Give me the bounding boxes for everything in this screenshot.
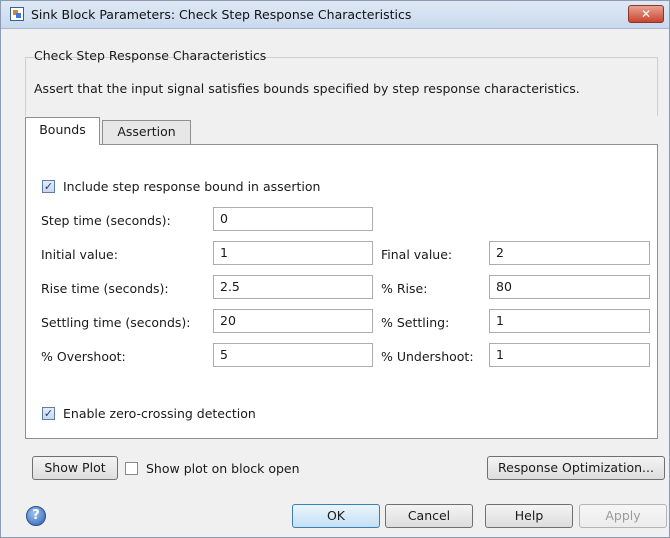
pct-rise-label: % Rise:	[381, 281, 428, 296]
pct-settling-label: % Settling:	[381, 315, 450, 330]
window-title: Sink Block Parameters: Check Step Respon…	[31, 7, 412, 22]
block-description: Assert that the input signal satisfies b…	[34, 81, 580, 96]
pct-overshoot-label: % Overshoot:	[41, 349, 126, 364]
final-value-label: Final value:	[381, 247, 453, 262]
response-optimization-button[interactable]: Response Optimization...	[487, 456, 665, 480]
apply-button[interactable]: Apply	[579, 504, 667, 528]
settling-time-label: Settling time (seconds):	[41, 315, 191, 330]
step-time-field[interactable]: 0	[213, 207, 373, 231]
help-button[interactable]: Help	[485, 504, 573, 528]
step-time-label: Step time (seconds):	[41, 213, 171, 228]
rise-time-field[interactable]: 2.5	[213, 275, 373, 299]
show-plot-on-open-label: Show plot on block open	[146, 461, 300, 476]
close-button[interactable]: ✕	[628, 5, 664, 23]
show-plot-button[interactable]: Show Plot	[32, 456, 118, 480]
tab-bounds[interactable]: Bounds	[25, 117, 100, 145]
pct-rise-field[interactable]: 80	[489, 275, 650, 299]
ok-button[interactable]: OK	[292, 504, 380, 528]
pct-undershoot-field[interactable]: 1	[489, 343, 650, 367]
settling-time-field[interactable]: 20	[213, 309, 373, 333]
help-question-icon[interactable]: ?	[26, 506, 46, 526]
bounds-tab-panel: ✓ Include step response bound in asserti…	[25, 144, 658, 439]
final-value-field[interactable]: 2	[489, 241, 650, 265]
pct-undershoot-label: % Undershoot:	[381, 349, 474, 364]
tab-assertion[interactable]: Assertion	[102, 120, 191, 144]
cancel-button[interactable]: Cancel	[385, 504, 473, 528]
pct-settling-field[interactable]: 1	[489, 309, 650, 333]
simulink-block-icon	[10, 7, 24, 21]
zero-crossing-checkbox[interactable]: ✓	[42, 407, 55, 420]
pct-overshoot-field[interactable]: 5	[213, 343, 373, 367]
include-bound-label: Include step response bound in assertion	[63, 179, 321, 194]
title-bar[interactable]: Sink Block Parameters: Check Step Respon…	[1, 1, 669, 29]
show-plot-on-open-checkbox[interactable]	[125, 462, 138, 475]
rise-time-label: Rise time (seconds):	[41, 281, 169, 296]
include-bound-checkbox[interactable]: ✓	[42, 180, 55, 193]
checkmark-icon: ✓	[43, 180, 54, 193]
zero-crossing-label: Enable zero-crossing detection	[63, 406, 256, 421]
checkmark-icon: ✓	[43, 407, 54, 420]
initial-value-label: Initial value:	[41, 247, 118, 262]
group-title: Check Step Response Characteristics	[34, 48, 267, 63]
initial-value-field[interactable]: 1	[213, 241, 373, 265]
dialog-window: Sink Block Parameters: Check Step Respon…	[0, 0, 670, 538]
